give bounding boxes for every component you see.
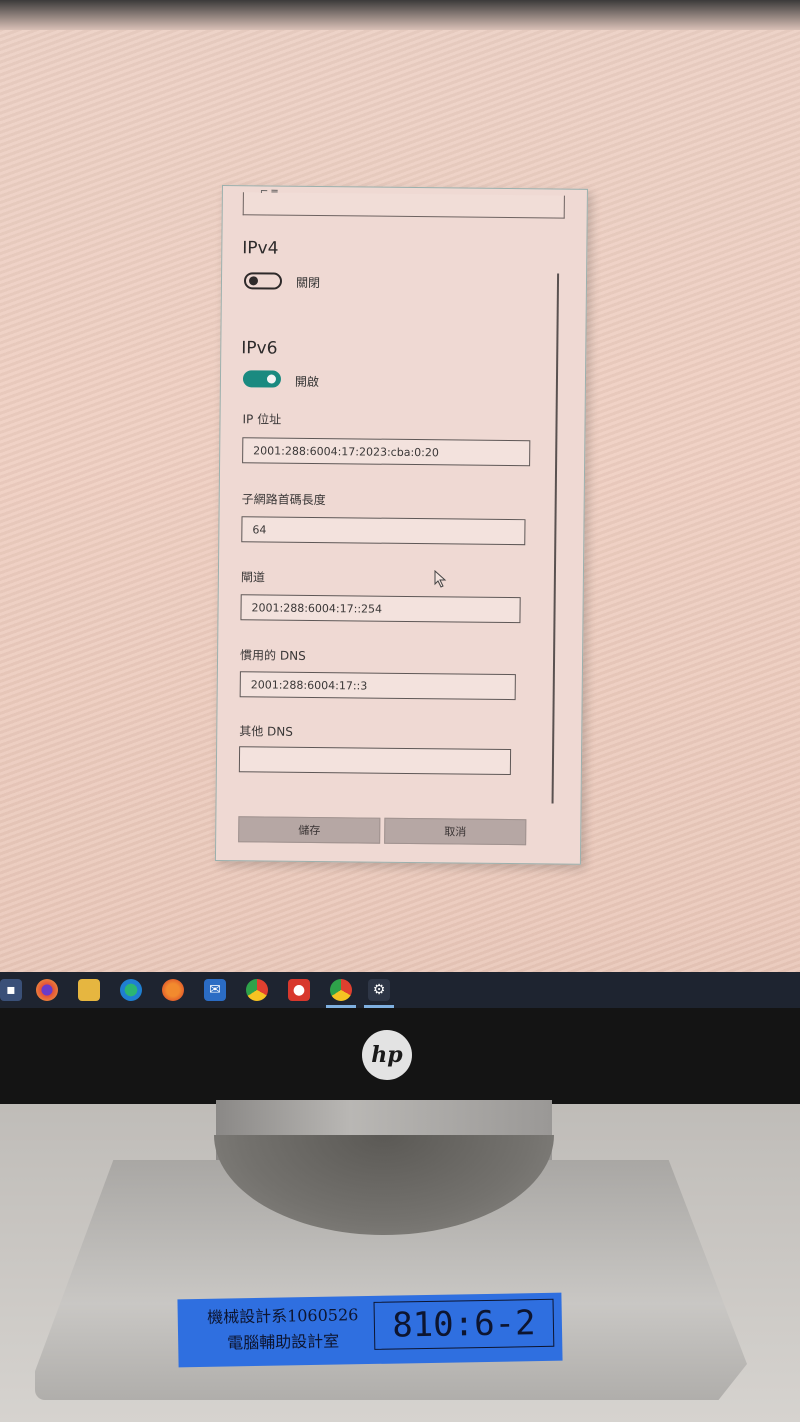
cancel-button[interactable]: 取消 bbox=[384, 817, 527, 846]
preferred-dns-input[interactable]: 2001:288:6004:17::3 bbox=[239, 671, 516, 701]
hp-logo: hp bbox=[362, 1030, 412, 1080]
ipv6-title: IPv6 bbox=[241, 338, 278, 359]
app-icon[interactable]: ▪ bbox=[0, 979, 22, 1001]
ipv4-toggle-label: 關閉 bbox=[295, 275, 321, 291]
sticker-line1: 機械設計系1060526 bbox=[206, 1305, 359, 1327]
sticker-line2: 電腦輔助設計室 bbox=[227, 1331, 340, 1353]
gateway-input[interactable]: 2001:288:6004:17::254 bbox=[240, 594, 521, 624]
asset-sticker: 機械設計系1060526 電腦輔助設計室 810:6-2 bbox=[177, 1292, 563, 1368]
previous-field-edge: ⌐ ═ bbox=[242, 186, 565, 219]
screen-top-edge bbox=[0, 0, 800, 30]
mail-icon[interactable]: ✉ bbox=[204, 979, 226, 1001]
room-number: 810:6-2 bbox=[373, 1298, 555, 1350]
firefox-icon[interactable] bbox=[162, 979, 184, 1001]
toggle-knob bbox=[248, 276, 259, 286]
ipv6-toggle[interactable] bbox=[242, 370, 282, 388]
alternate-dns-label: 其他 DNS bbox=[239, 724, 294, 739]
taskbar: ▪ ✉ ● ⚙ bbox=[0, 972, 800, 1008]
firefox-icon[interactable] bbox=[36, 979, 58, 1001]
cut-off-label: ⌐ ═ bbox=[259, 186, 278, 198]
chrome-icon[interactable] bbox=[330, 979, 352, 1001]
scrollbar[interactable] bbox=[551, 273, 560, 804]
edge-icon[interactable] bbox=[120, 979, 142, 1001]
alternate-dns-input[interactable] bbox=[238, 746, 512, 776]
gateway-label: 閘道 bbox=[240, 570, 265, 585]
ipv6-toggle-label: 開啟 bbox=[294, 374, 320, 390]
ipv4-title: IPv4 bbox=[242, 238, 279, 259]
ip-address-input[interactable]: 2001:288:6004:17:2023:cba:0:20 bbox=[242, 437, 531, 467]
save-button[interactable]: 儲存 bbox=[238, 816, 381, 844]
monitor-bezel: hp bbox=[0, 1008, 800, 1104]
chrome-icon[interactable] bbox=[246, 979, 268, 1001]
toggle-knob bbox=[266, 374, 277, 384]
preferred-dns-label: 慣用的 DNS bbox=[240, 648, 306, 663]
prefix-length-label: 子網路首碼長度 bbox=[241, 492, 326, 508]
ipv4-toggle[interactable] bbox=[243, 272, 283, 290]
app-red-icon[interactable]: ● bbox=[288, 979, 310, 1001]
sticker-text: 機械設計系1060526 電腦輔助設計室 bbox=[188, 1302, 379, 1357]
ip-settings-dialog: ⌐ ═ IPv4 關閉 IPv6 開啟 IP 位址 2001:288:6004:… bbox=[214, 185, 588, 865]
prefix-length-input[interactable]: 64 bbox=[241, 516, 526, 546]
settings-icon[interactable]: ⚙ bbox=[368, 979, 390, 1001]
monitor-screen: ⌐ ═ IPv4 關閉 IPv6 開啟 IP 位址 2001:288:6004:… bbox=[0, 0, 800, 975]
ip-address-label: IP 位址 bbox=[242, 412, 282, 427]
file-explorer-icon[interactable] bbox=[78, 979, 100, 1001]
